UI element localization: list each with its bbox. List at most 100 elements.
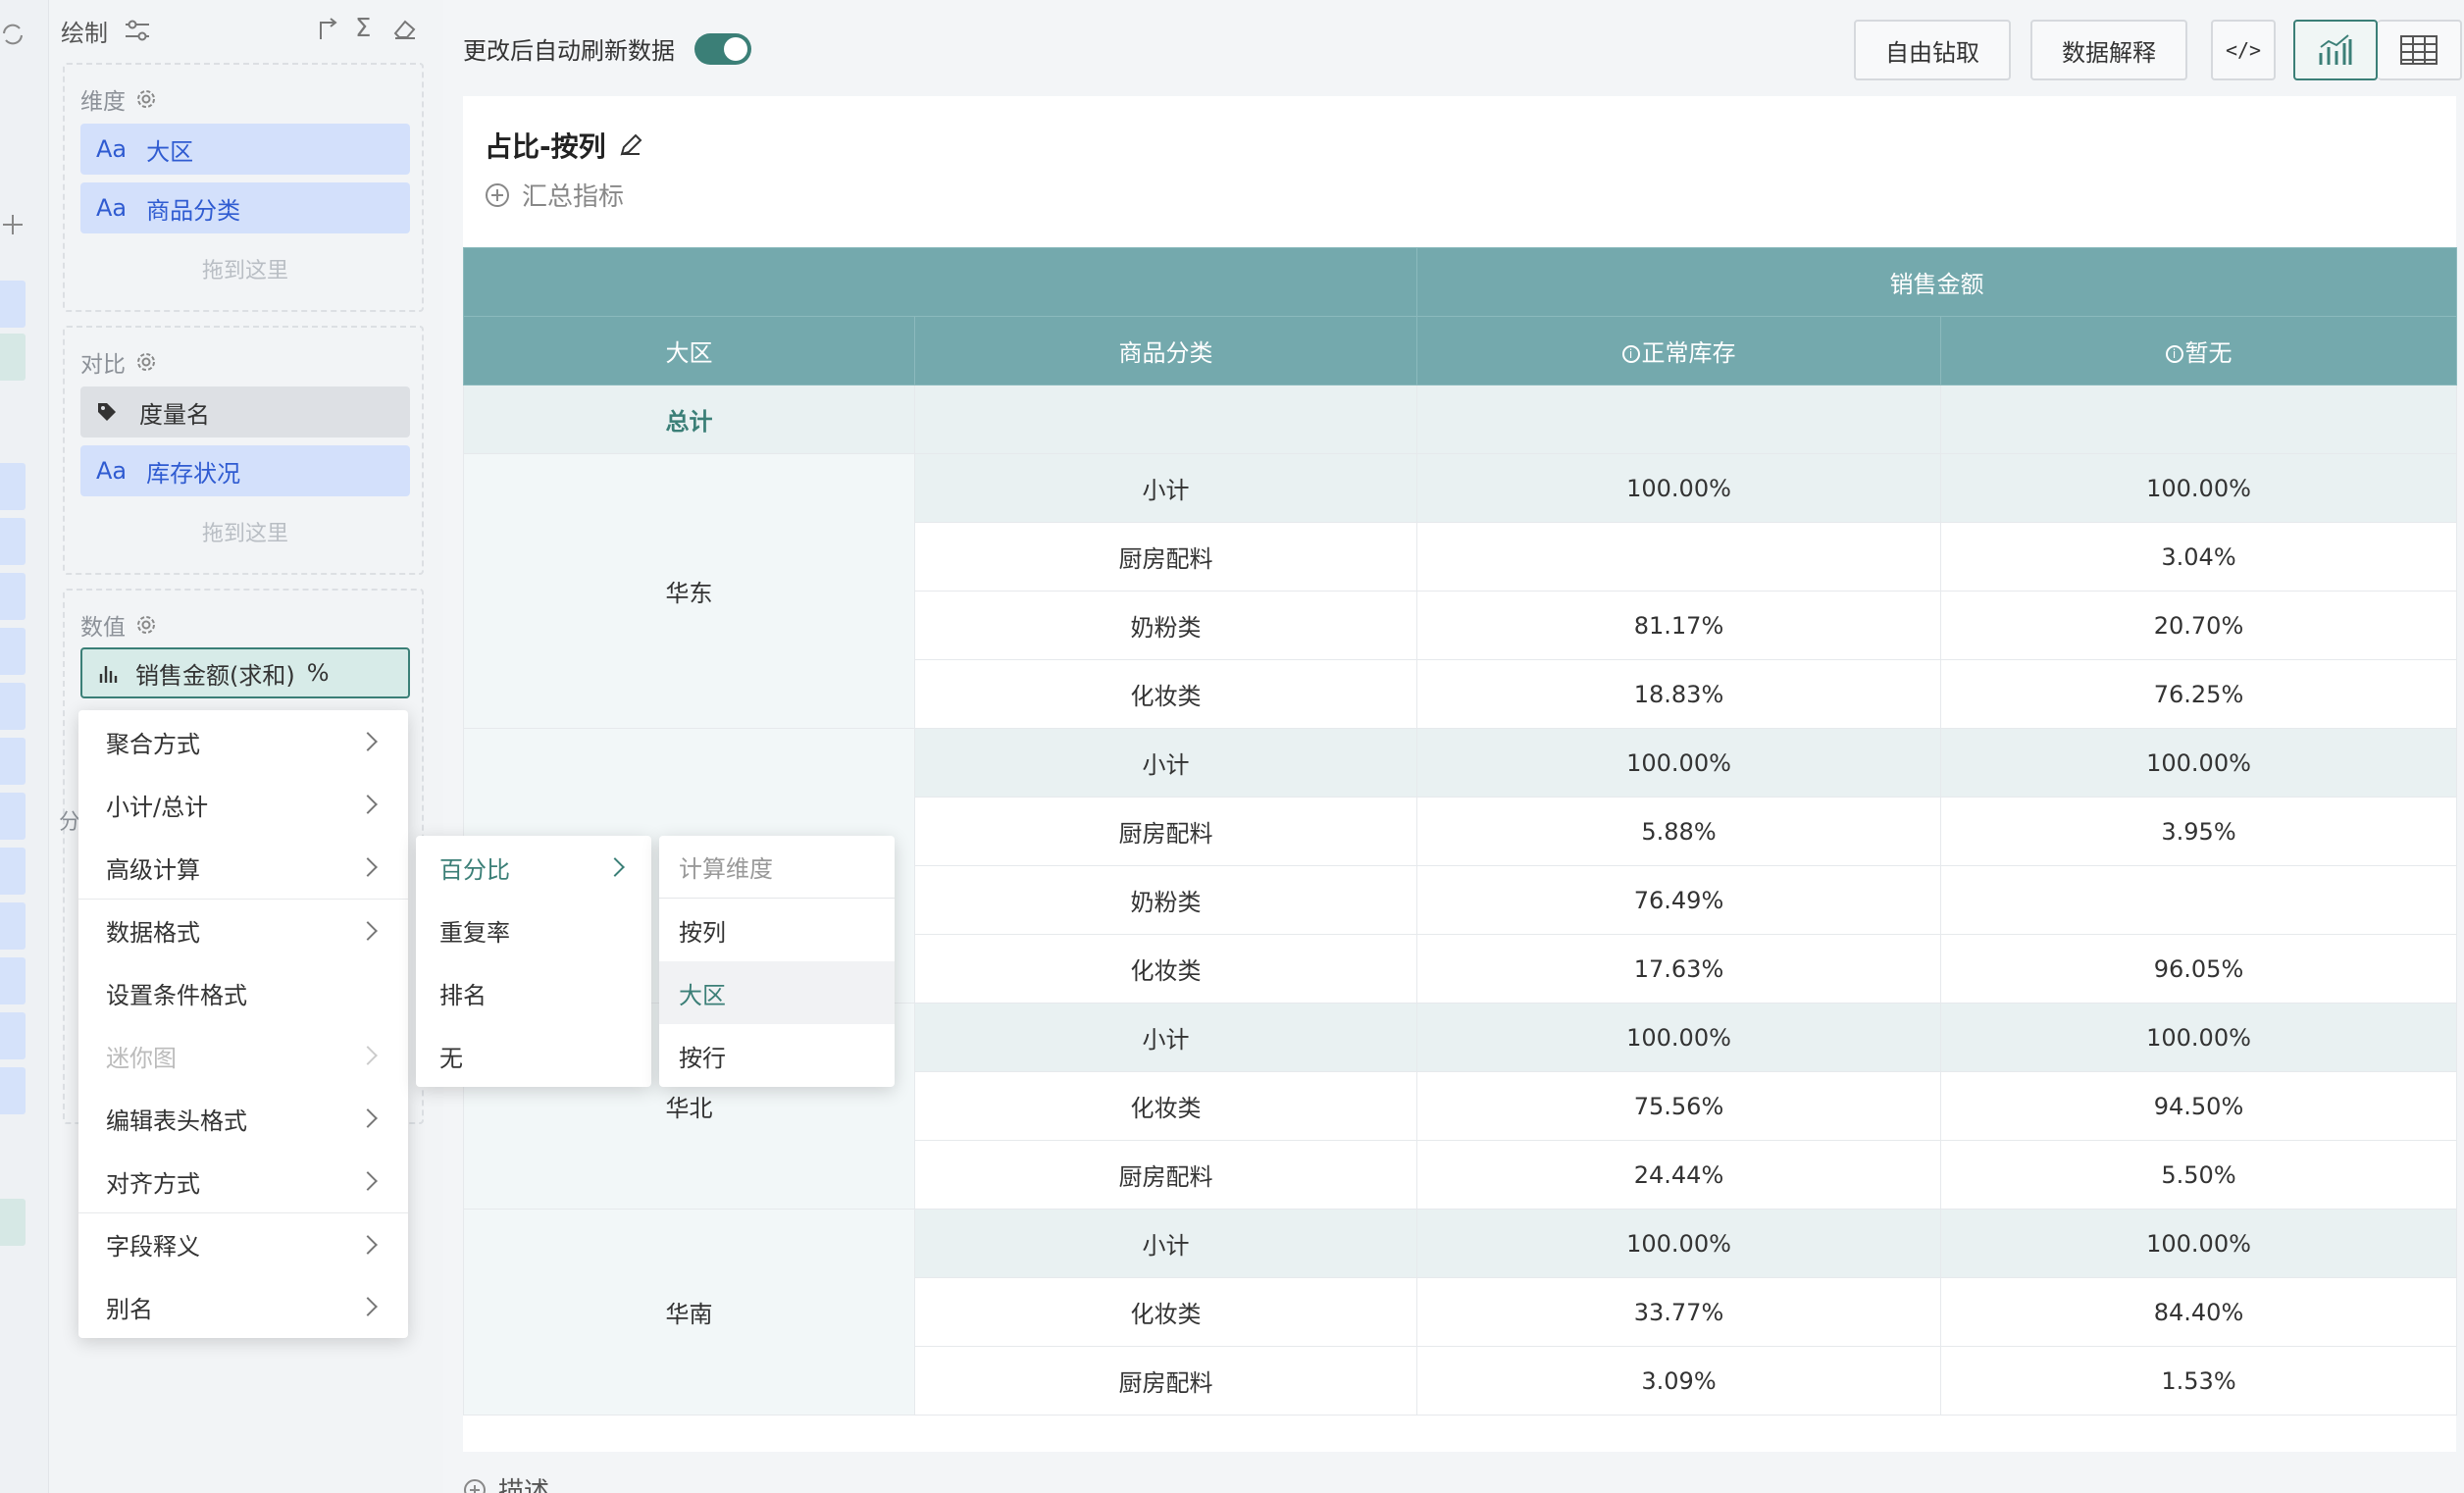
calc-item-region[interactable]: 大区	[659, 961, 895, 1024]
menu-item-subtotal[interactable]: 小计/总计	[78, 773, 408, 836]
gear-icon[interactable]	[135, 88, 157, 110]
header-cell-empty	[463, 247, 1417, 317]
collapsed-field-chip[interactable]	[0, 683, 26, 730]
add-summary-label: 汇总指标	[522, 182, 625, 212]
header-cell-normal-stock[interactable]: i 正常库存	[1416, 316, 1941, 386]
menu-item-alignment[interactable]: 对齐方式	[78, 1150, 408, 1212]
value-cell: 100.00%	[1940, 453, 2457, 523]
measure-name-pill[interactable]: 度量名	[80, 386, 410, 438]
value-pill-sales[interactable]: 销售金额(求和)%	[80, 647, 410, 698]
collapsed-field-chip[interactable]	[0, 957, 26, 1004]
table-row: 小计 100.00% 100.00%	[463, 728, 2457, 1004]
collapsed-field-chip[interactable]	[0, 848, 26, 895]
edit-icon[interactable]	[618, 132, 643, 158]
collapsed-field-chip[interactable]	[0, 334, 26, 381]
table-fade	[463, 1432, 2456, 1452]
value-cell: 76.49%	[1416, 865, 1941, 935]
calc-item-by-column[interactable]: 按列	[659, 899, 895, 961]
dimensions-section: 维度 Aa 大区 Aa 商品分类 拖到这里	[63, 63, 424, 312]
menu-item-conditional-format[interactable]: 设置条件格式	[78, 961, 408, 1024]
menu-item-advanced-calc[interactable]: 高级计算	[78, 836, 408, 899]
value-cell: 5.88%	[1416, 797, 1941, 866]
drop-zone[interactable]: 拖到这里	[80, 516, 410, 547]
table-cell	[1416, 385, 1941, 454]
compare-section: 对比 度量名 Aa 库存状况 拖到这里	[63, 326, 424, 575]
header-cell-category[interactable]: 商品分类	[914, 316, 1417, 386]
eraser-icon[interactable]	[392, 18, 418, 41]
menu-item-header-format[interactable]: 编辑表头格式	[78, 1087, 408, 1150]
category-cell: 小计	[914, 453, 1417, 523]
value-cell: 17.63%	[1416, 934, 1941, 1004]
collapsed-field-chip[interactable]	[0, 628, 26, 675]
value-cell: 100.00%	[1940, 1003, 2457, 1072]
submenu-item-none[interactable]: 无	[416, 1024, 651, 1087]
compare-pill-stock[interactable]: Aa 库存状况	[80, 445, 410, 496]
drop-zone[interactable]: 拖到这里	[80, 253, 410, 284]
total-label: 总计	[463, 385, 915, 454]
menu-item-field-definition[interactable]: 字段释义	[78, 1212, 408, 1275]
data-explain-button[interactable]: 数据解释	[2030, 20, 2187, 80]
describe-section[interactable]: 描述	[463, 1471, 549, 1493]
header-label: 暂无	[2184, 339, 2233, 367]
region-cell[interactable]: 华东	[463, 453, 915, 729]
collapsed-field-chip[interactable]	[0, 573, 26, 620]
auto-refresh-toggle[interactable]	[694, 33, 751, 65]
value-cell: 100.00%	[1416, 1003, 1941, 1072]
add-summary-link[interactable]: 汇总指标	[485, 177, 624, 213]
value-cell: 75.56%	[1416, 1071, 1941, 1141]
collapsed-field-chip[interactable]	[0, 463, 26, 510]
hidden-section-label: 分	[59, 810, 81, 835]
text-type-icon: Aa	[96, 194, 128, 222]
gear-icon[interactable]	[135, 351, 157, 373]
calc-dimension-header: 计算维度	[659, 836, 895, 899]
category-cell: 化妆类	[914, 934, 1417, 1004]
header-cell-region[interactable]: 大区	[463, 316, 915, 386]
calc-item-by-row[interactable]: 按行	[659, 1024, 895, 1087]
free-drill-button[interactable]: 自由钻取	[1854, 20, 2011, 80]
collapsed-field-chip[interactable]	[0, 1199, 26, 1246]
add-circle-icon	[464, 1478, 486, 1493]
collapsed-field-chip[interactable]	[0, 518, 26, 565]
value-cell: 18.83%	[1416, 659, 1941, 729]
gear-icon[interactable]	[135, 614, 157, 636]
code-view-button[interactable]: </>	[2211, 20, 2276, 80]
pivot-icon[interactable]	[316, 18, 339, 41]
value-cell: 81.17%	[1416, 591, 1941, 660]
header-cell-none[interactable]: i 暂无	[1940, 316, 2457, 386]
table-icon	[2400, 35, 2438, 65]
value-cell: 96.05%	[1940, 934, 2457, 1004]
collapsed-field-chip[interactable]	[0, 793, 26, 840]
collapsed-field-chip[interactable]	[0, 1012, 26, 1059]
menu-item-data-format[interactable]: 数据格式	[78, 899, 408, 961]
table-row: 华东 小计 100.00% 100.00%	[463, 453, 2457, 729]
panel-title: 绘制	[61, 20, 108, 47]
menu-item-alias[interactable]: 别名	[78, 1275, 408, 1338]
card-title: 占比-按列	[485, 130, 606, 163]
chart-view-button[interactable]	[2293, 20, 2378, 80]
submenu-item-percent[interactable]: 百分比	[416, 836, 651, 899]
submenu-item-repeat-rate[interactable]: 重复率	[416, 899, 651, 961]
refresh-icon[interactable]	[0, 20, 26, 49]
collapsed-field-chip[interactable]	[0, 281, 26, 328]
value-cell: 100.00%	[1416, 453, 1941, 523]
dimension-pill-region[interactable]: Aa 大区	[80, 124, 410, 175]
settings-sliders-icon[interactable]	[124, 18, 151, 43]
region-cell[interactable]: 华南	[463, 1209, 915, 1416]
measure-name-label: 度量名	[139, 400, 210, 429]
collapsed-field-chip[interactable]	[0, 1067, 26, 1114]
header-cell-sales[interactable]: 销售金额	[1416, 247, 2457, 317]
collapsed-field-chip[interactable]	[0, 738, 26, 785]
submenu-item-label: 无	[439, 1044, 463, 1072]
chevron-right-icon	[358, 795, 378, 814]
submenu-item-rank[interactable]: 排名	[416, 961, 651, 1024]
submenu-item-label: 百分比	[439, 855, 510, 884]
category-cell: 小计	[914, 728, 1417, 798]
add-icon[interactable]	[0, 212, 26, 237]
value-cell: 33.77%	[1416, 1277, 1941, 1347]
collapsed-field-chip[interactable]	[0, 902, 26, 950]
header-label: 正常库存	[1641, 339, 1736, 367]
sigma-icon[interactable]: Σ	[355, 14, 371, 43]
dimension-pill-category[interactable]: Aa 商品分类	[80, 182, 410, 233]
table-view-button[interactable]	[2378, 20, 2462, 80]
menu-item-aggregation[interactable]: 聚合方式	[78, 710, 408, 773]
